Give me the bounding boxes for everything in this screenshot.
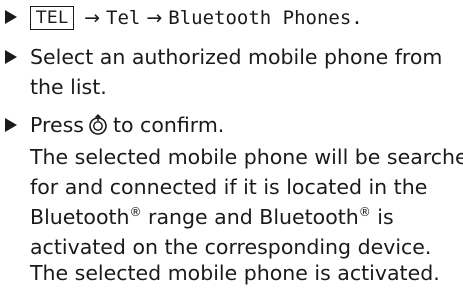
controller-knob-icon bbox=[88, 112, 108, 146]
step-3-text-before: Press bbox=[30, 113, 84, 137]
result-line-1: The selected mobile phone will be search… bbox=[30, 145, 463, 169]
bluetooth-text: Bluetooth bbox=[30, 205, 130, 229]
is-text: is bbox=[370, 205, 394, 229]
bullet-arrow-icon bbox=[5, 118, 17, 132]
tel-key: TEL bbox=[30, 6, 75, 30]
arrow-icon: → bbox=[84, 7, 101, 29]
result-line-3: Bluetooth® range and Bluetooth® is bbox=[30, 202, 394, 233]
step-2-line-1: Select an authorized mobile phone from bbox=[30, 45, 443, 69]
bullet-arrow-icon bbox=[5, 10, 17, 24]
step-1-text: TEL → Tel → Bluetooth Phones. bbox=[30, 0, 363, 35]
arrow-icon: → bbox=[146, 7, 163, 29]
outcome-text: The selected mobile phone is activated. bbox=[30, 261, 440, 285]
result-line-2: for and connected if it is located in th… bbox=[30, 175, 428, 199]
menu-item-tel: Tel bbox=[106, 7, 141, 29]
step-3-text-after: to confirm. bbox=[112, 113, 225, 137]
step-3-text: Press to confirm. bbox=[30, 108, 224, 146]
registered-mark: ® bbox=[129, 205, 142, 219]
range-text: range and Bluetooth bbox=[141, 205, 359, 229]
step-2-line-2: the list. bbox=[30, 75, 107, 99]
menu-item-bluetooth-phones: Bluetooth Phones. bbox=[168, 7, 363, 29]
bullet-arrow-icon bbox=[5, 50, 17, 64]
registered-mark: ® bbox=[358, 205, 371, 219]
